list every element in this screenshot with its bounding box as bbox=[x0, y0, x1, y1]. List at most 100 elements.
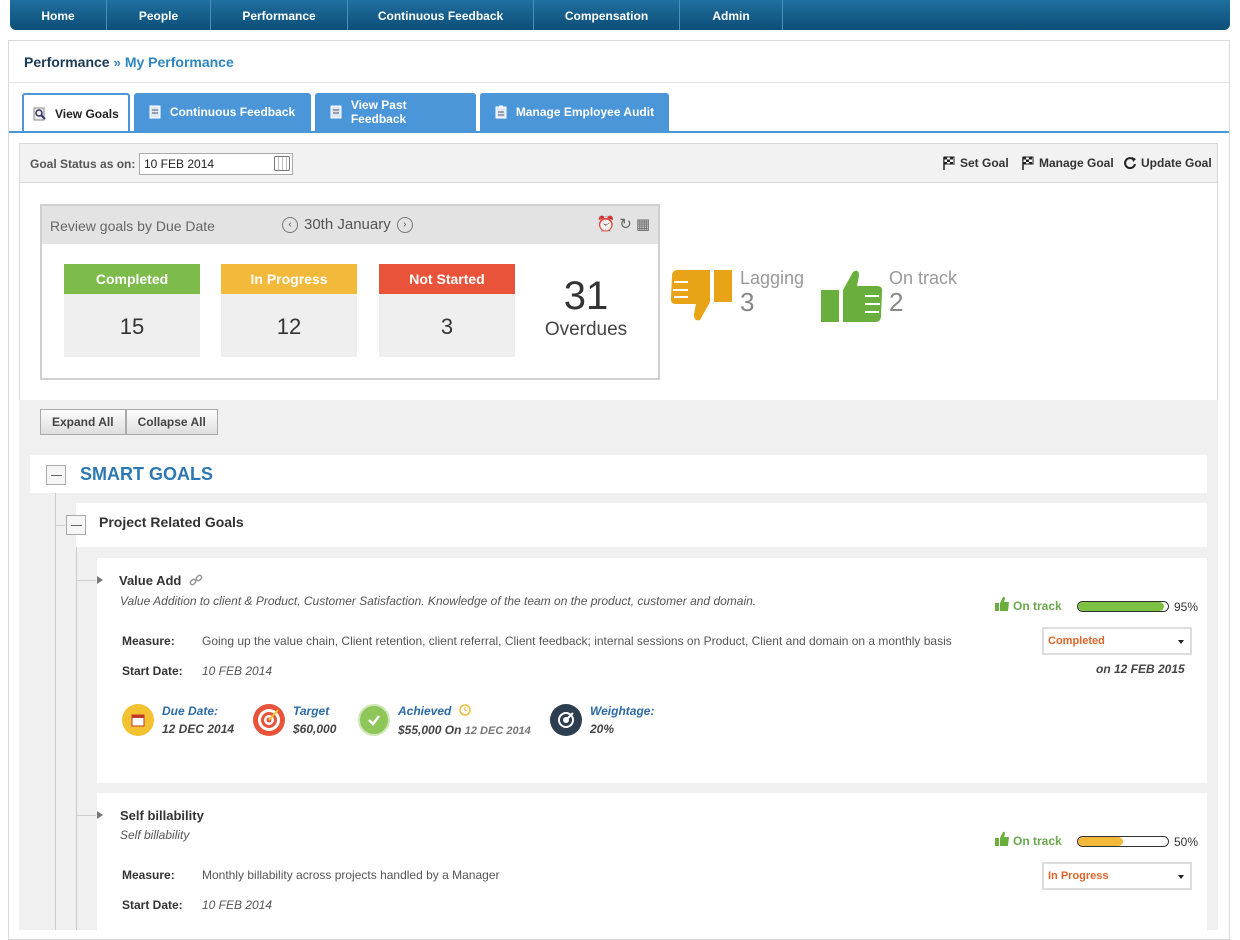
lagging-count: 3 bbox=[740, 287, 755, 317]
in-progress-stat[interactable]: In Progress 12 bbox=[221, 264, 357, 357]
lagging-indicator[interactable]: Lagging 3 bbox=[670, 268, 804, 325]
overdue-count[interactable]: 31 bbox=[546, 274, 626, 319]
goal-description: Value Addition to client & Product, Cust… bbox=[120, 594, 757, 608]
alarm-clock-icon[interactable]: ⏰ bbox=[597, 215, 616, 233]
set-goal-button[interactable]: Set Goal bbox=[942, 156, 1009, 170]
project-goals-title: Project Related Goals bbox=[99, 514, 244, 530]
tree-line bbox=[76, 580, 96, 581]
tab-bar: View Goals Continuous Feedback View Past… bbox=[22, 93, 669, 133]
project-goals-collapse-button[interactable] bbox=[66, 515, 86, 535]
not-started-value: 3 bbox=[440, 314, 454, 339]
achieved-date: 12 DEC 2014 bbox=[464, 725, 531, 737]
achieved-label: Achieved bbox=[398, 704, 452, 718]
target-label: Target bbox=[293, 704, 330, 718]
document-icon bbox=[148, 105, 162, 119]
chevron-down-icon bbox=[1178, 875, 1184, 879]
start-date-label: Start Date: bbox=[122, 898, 183, 912]
calendar-icon[interactable]: ▦ bbox=[636, 215, 650, 233]
expand-all-button[interactable]: Expand All bbox=[40, 409, 126, 435]
tab-label: Continuous Feedback bbox=[169, 105, 296, 119]
review-tools: ⏰ ↻ ▦ bbox=[597, 215, 650, 233]
due-date-value: 12 DEC 2014 bbox=[162, 722, 235, 736]
measure-label: Measure: bbox=[122, 634, 175, 648]
calendar-icon[interactable] bbox=[274, 156, 290, 171]
nav-compensation[interactable]: Compensation bbox=[534, 0, 680, 30]
goal-progress-percent: 95% bbox=[1174, 600, 1199, 614]
nav-home[interactable]: Home bbox=[10, 0, 107, 30]
thumbs-up-icon bbox=[994, 831, 1010, 850]
check-circle-icon bbox=[358, 704, 390, 736]
top-nav: Home People Performance Continuous Feedb… bbox=[10, 0, 1230, 30]
thumbs-down-icon bbox=[670, 268, 734, 325]
nav-performance[interactable]: Performance bbox=[211, 0, 348, 30]
tab-view-past-feedback[interactable]: View Past Feedback bbox=[314, 93, 476, 131]
goal-progress-bar bbox=[1077, 836, 1169, 847]
chevron-right-icon[interactable]: › bbox=[396, 216, 413, 233]
progress-fill bbox=[1078, 837, 1123, 846]
goal-status-select[interactable]: Completed bbox=[1042, 627, 1192, 655]
weightage-value: 20% bbox=[590, 722, 615, 736]
tab-manage-employee-audit[interactable]: Manage Employee Audit bbox=[479, 93, 669, 131]
project-goals-header bbox=[76, 503, 1207, 547]
tab-view-goals[interactable]: View Goals bbox=[22, 93, 130, 133]
review-goals-card: Review goals by Due Date ‹ 30th January … bbox=[40, 204, 660, 380]
tab-continuous-feedback[interactable]: Continuous Feedback bbox=[133, 93, 311, 131]
update-goal-label: Update Goal bbox=[1141, 156, 1212, 170]
expand-goal-toggle[interactable] bbox=[97, 811, 103, 819]
track-status-text: On track bbox=[1013, 833, 1062, 848]
manage-goal-button[interactable]: Manage Goal bbox=[1021, 156, 1114, 170]
due-date-metric: Due Date: 12 DEC 2014 bbox=[122, 704, 234, 736]
tab-label: View Past Feedback bbox=[350, 98, 407, 126]
review-label: Review goals by Due Date bbox=[50, 218, 215, 234]
in-progress-value: 12 bbox=[276, 314, 302, 339]
nav-admin[interactable]: Admin bbox=[680, 0, 783, 30]
thumbs-up-icon bbox=[994, 596, 1010, 615]
completed-value: 15 bbox=[119, 314, 145, 339]
breadcrumb-my-performance: My Performance bbox=[124, 54, 234, 70]
lagging-text: Lagging 3 bbox=[740, 268, 804, 315]
goal-status-date-input[interactable] bbox=[139, 153, 293, 175]
not-started-stat[interactable]: Not Started 3 bbox=[379, 264, 515, 357]
collapse-all-button[interactable]: Collapse All bbox=[125, 409, 218, 435]
update-goal-button[interactable]: Update Goal bbox=[1123, 156, 1212, 170]
lagging-label: Lagging bbox=[740, 268, 805, 288]
weight-target-icon bbox=[550, 704, 582, 736]
smart-goals-collapse-button[interactable] bbox=[46, 465, 66, 485]
goal-title-text: Value Add bbox=[119, 573, 182, 588]
document-icon bbox=[329, 105, 343, 119]
expand-goal-toggle[interactable] bbox=[97, 576, 103, 584]
start-date-label: Start Date: bbox=[122, 664, 183, 678]
track-status-text: On track bbox=[1013, 598, 1062, 613]
goal-track-status: On track bbox=[994, 596, 1062, 615]
tree-line bbox=[55, 525, 65, 526]
refresh-icon bbox=[1123, 156, 1137, 170]
refresh-icon[interactable]: ↻ bbox=[619, 215, 632, 233]
status-date: on 12 FEB 2015 bbox=[1096, 662, 1185, 676]
on-track-indicator[interactable]: On track 2 bbox=[819, 268, 957, 327]
goal-title: Self billability bbox=[120, 808, 204, 823]
review-date: 30th January bbox=[304, 216, 391, 233]
progress-fill bbox=[1078, 602, 1164, 611]
achieved-label-row: Achieved bbox=[398, 704, 531, 719]
nav-continuous-feedback[interactable]: Continuous Feedback bbox=[348, 0, 534, 30]
clipboard-icon bbox=[494, 105, 508, 119]
tabs-underline bbox=[9, 131, 1229, 133]
chevron-left-icon[interactable]: ‹ bbox=[282, 216, 298, 233]
tab-label: View Goals bbox=[55, 107, 119, 121]
not-started-label: Not Started bbox=[379, 264, 515, 294]
on-track-label: On track bbox=[889, 268, 958, 288]
goal-status-select[interactable]: In Progress bbox=[1042, 862, 1192, 890]
measure-label: Measure: bbox=[122, 868, 175, 882]
target-metric: Target $60,000 bbox=[253, 704, 336, 736]
tree-line bbox=[76, 815, 96, 816]
review-date-nav: ‹ 30th January › bbox=[282, 216, 413, 233]
completed-stat[interactable]: Completed 15 bbox=[64, 264, 200, 357]
link-icon[interactable] bbox=[189, 573, 203, 590]
checkered-flag-icon bbox=[1021, 156, 1035, 170]
nav-people[interactable]: People bbox=[107, 0, 211, 30]
thumbs-up-icon bbox=[819, 268, 883, 327]
goal-status-label: Goal Status as on: bbox=[30, 157, 136, 171]
breadcrumb-performance[interactable]: Performance bbox=[24, 54, 110, 70]
calendar-icon bbox=[122, 704, 154, 736]
chevron-down-icon bbox=[1178, 640, 1184, 644]
